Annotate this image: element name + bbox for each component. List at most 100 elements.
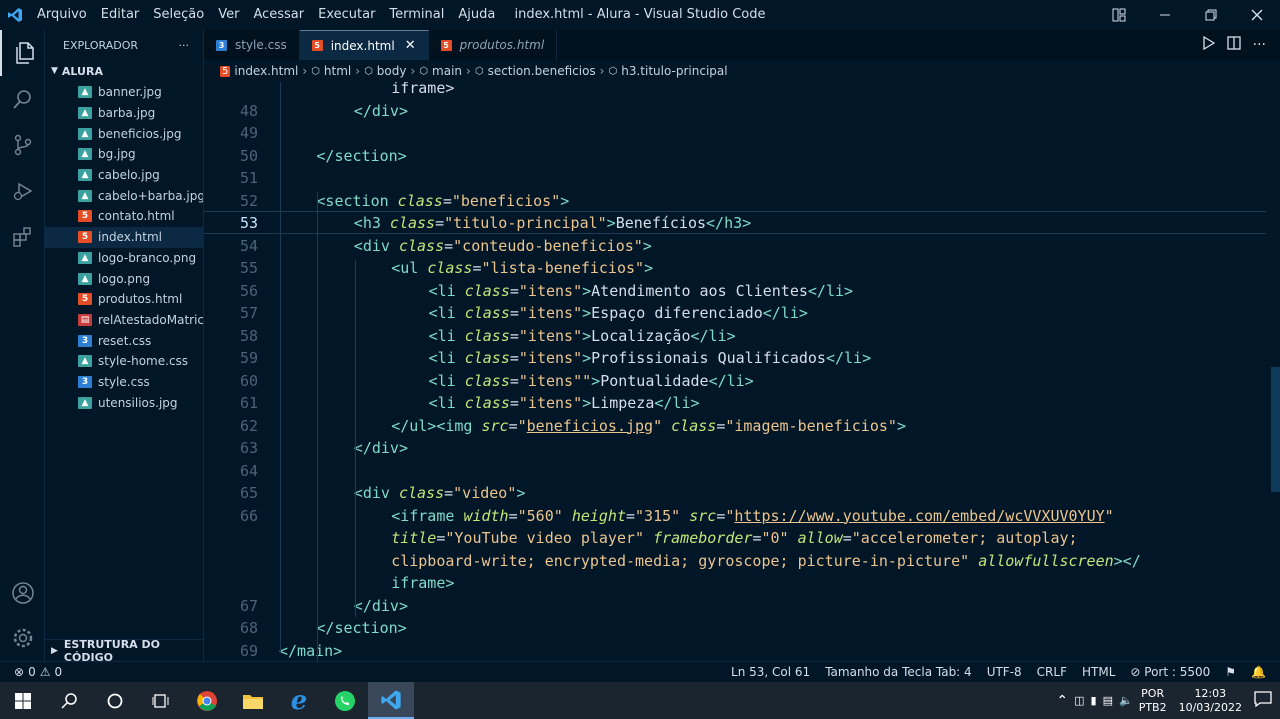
code-line[interactable]: <li class="itens">Atendimento aos Client… xyxy=(279,280,1266,303)
breadcrumb-item[interactable]: h3.titulo-principal xyxy=(621,64,727,78)
breadcrumb-item[interactable]: main xyxy=(432,64,462,78)
file-item[interactable]: ▲ style-home.css xyxy=(45,351,203,372)
code-line[interactable]: </section> xyxy=(279,617,1266,640)
breadcrumb-item[interactable]: section.beneficios xyxy=(488,64,596,78)
source-control-icon[interactable] xyxy=(0,122,45,168)
bell-icon[interactable]: 🔔 xyxy=(1251,665,1266,679)
more-actions-icon[interactable]: ··· xyxy=(1253,37,1266,53)
file-item[interactable]: ▲ logo-branco.png xyxy=(45,248,203,269)
code-line[interactable]: <li class="itens"">Pontualidade</li> xyxy=(279,370,1266,393)
code-line[interactable]: </div> xyxy=(279,595,1266,618)
close-icon[interactable]: ✕ xyxy=(405,38,416,53)
menu-editar[interactable]: Editar xyxy=(94,0,147,30)
restore-icon[interactable] xyxy=(1188,0,1234,30)
cursor-position[interactable]: Ln 53, Col 61 xyxy=(731,665,810,679)
code-line[interactable]: </ul><img src="beneficios.jpg" class="im… xyxy=(279,415,1266,438)
code-line[interactable]: <h3 class="titulo-principal">Benefícios<… xyxy=(279,212,1266,235)
account-icon[interactable] xyxy=(0,570,45,616)
code-line[interactable]: iframe> xyxy=(279,82,1266,100)
more-actions-icon[interactable]: ··· xyxy=(179,39,190,52)
chrome-icon[interactable] xyxy=(184,682,230,719)
clock[interactable]: 12:03 10/03/2022 xyxy=(1179,687,1242,715)
file-explorer-icon[interactable] xyxy=(230,682,276,719)
code-editor[interactable]: 48 49 50 51 52 53 54 55 56 57 58 59 60 61 62 63 64 65 66 67… xyxy=(204,82,1280,661)
menu-ajuda[interactable]: Ajuda xyxy=(451,0,502,30)
file-item[interactable]: ▲ barba.jpg xyxy=(45,103,203,124)
code-line[interactable] xyxy=(279,460,1266,483)
explorer-icon[interactable] xyxy=(0,30,45,76)
end-of-line[interactable]: CRLF xyxy=(1037,665,1067,679)
code-line[interactable]: <li class="itens">Espaço diferenciado</l… xyxy=(279,302,1266,325)
split-editor-icon[interactable] xyxy=(1226,36,1241,54)
breadcrumb-item[interactable]: html xyxy=(324,64,351,78)
encoding[interactable]: UTF-8 xyxy=(987,665,1022,679)
file-item[interactable]: 3 reset.css xyxy=(45,330,203,351)
network-icon[interactable]: ▤ xyxy=(1103,694,1113,707)
run-icon[interactable] xyxy=(1202,35,1215,54)
edge-icon[interactable]: e xyxy=(276,682,322,719)
code-line[interactable]: <li class="itens">Limpeza</li> xyxy=(279,392,1266,415)
code-line[interactable]: <section class="beneficios"> xyxy=(279,190,1266,213)
menu-terminal[interactable]: Terminal xyxy=(382,0,451,30)
tab-index-html[interactable]: 5 index.html ✕ xyxy=(299,30,429,60)
search-icon[interactable] xyxy=(0,76,45,122)
code-line[interactable] xyxy=(279,167,1266,190)
windows-start-icon[interactable] xyxy=(0,682,46,719)
breadcrumb-item[interactable]: index.html xyxy=(234,64,298,78)
code-line[interactable]: iframe> xyxy=(279,572,1266,595)
code-line[interactable]: <iframe width="560" height="315" src="ht… xyxy=(279,505,1266,528)
run-debug-icon[interactable] xyxy=(0,168,45,214)
code-line[interactable]: </div> xyxy=(279,437,1266,460)
code-line[interactable]: </div> xyxy=(279,100,1266,123)
notifications-icon[interactable] xyxy=(1254,691,1272,710)
code-line[interactable]: </main> xyxy=(279,640,1266,662)
code-line[interactable]: title="YouTube video player" frameborder… xyxy=(279,527,1266,550)
tab-style-css[interactable]: 3 style.css xyxy=(204,30,300,60)
file-item[interactable]: ▲ logo.png xyxy=(45,268,203,289)
language-mode[interactable]: HTML xyxy=(1082,665,1115,679)
vscode-taskbar-icon[interactable] xyxy=(368,682,414,719)
search-icon[interactable] xyxy=(46,682,92,719)
tab-produtos-html[interactable]: 5 produtos.html xyxy=(428,30,558,60)
file-item[interactable]: ▲ utensilios.jpg xyxy=(45,392,203,413)
feedback-icon[interactable]: ⚑ xyxy=(1225,665,1236,679)
file-item[interactable]: 5 produtos.html xyxy=(45,289,203,310)
file-item[interactable]: ▲ beneficios.jpg xyxy=(45,123,203,144)
volume-icon[interactable]: 🔈 xyxy=(1119,694,1133,707)
file-item[interactable]: ▲ bg.jpg xyxy=(45,144,203,165)
menu-executar[interactable]: Executar xyxy=(311,0,382,30)
menu-ver[interactable]: Ver xyxy=(211,0,246,30)
menu-acessar[interactable]: Acessar xyxy=(246,0,311,30)
live-server-port[interactable]: ⊘ Port : 5500 xyxy=(1130,665,1210,679)
tray-app-icon[interactable]: ◫ xyxy=(1074,694,1084,707)
file-item[interactable]: ▲ cabelo.jpg xyxy=(45,165,203,186)
code-line[interactable]: <li class="itens">Localização</li> xyxy=(279,325,1266,348)
code-line[interactable]: clipboard-write; encrypted-media; gyrosc… xyxy=(279,550,1266,573)
file-item[interactable]: ▤ relAtestadoMatric... xyxy=(45,310,203,331)
file-item[interactable]: ▲ cabelo+barba.jpg xyxy=(45,185,203,206)
minimize-icon[interactable] xyxy=(1142,0,1188,30)
breadcrumb-item[interactable]: body xyxy=(377,64,407,78)
settings-gear-icon[interactable] xyxy=(0,615,45,661)
problems-indicator[interactable]: ⊗ 0 ⚠ 0 xyxy=(0,665,62,679)
file-item[interactable]: 5 contato.html xyxy=(45,206,203,227)
code-line[interactable]: </section> xyxy=(279,145,1266,168)
scrollbar-thumb[interactable] xyxy=(1271,367,1280,492)
cortana-icon[interactable] xyxy=(92,682,138,719)
code-line[interactable]: <ul class="lista-beneficios"> xyxy=(279,257,1266,280)
close-window-icon[interactable] xyxy=(1234,0,1280,30)
outline-section[interactable]: ▶ ESTRUTURA DO CÓDIGO xyxy=(45,638,204,664)
folder-alura[interactable]: ▼ ALURA xyxy=(45,60,203,82)
code-line[interactable]: <div class="video"> xyxy=(279,482,1266,505)
menu-selecao[interactable]: Seleção xyxy=(146,0,211,30)
code-area[interactable]: iframe> </div> </section> <section class="b… xyxy=(279,82,1266,661)
file-item[interactable]: 3 style.css xyxy=(45,372,203,393)
code-line[interactable]: <div class="conteudo-beneficios"> xyxy=(279,235,1266,258)
layout-icon[interactable] xyxy=(1096,0,1142,30)
whatsapp-icon[interactable] xyxy=(322,682,368,719)
code-line[interactable] xyxy=(279,122,1266,145)
extensions-icon[interactable] xyxy=(0,214,45,260)
tab-size[interactable]: Tamanho da Tecla Tab: 4 xyxy=(825,665,971,679)
file-item[interactable]: 5 index.html xyxy=(45,226,203,248)
task-view-icon[interactable] xyxy=(138,682,184,719)
